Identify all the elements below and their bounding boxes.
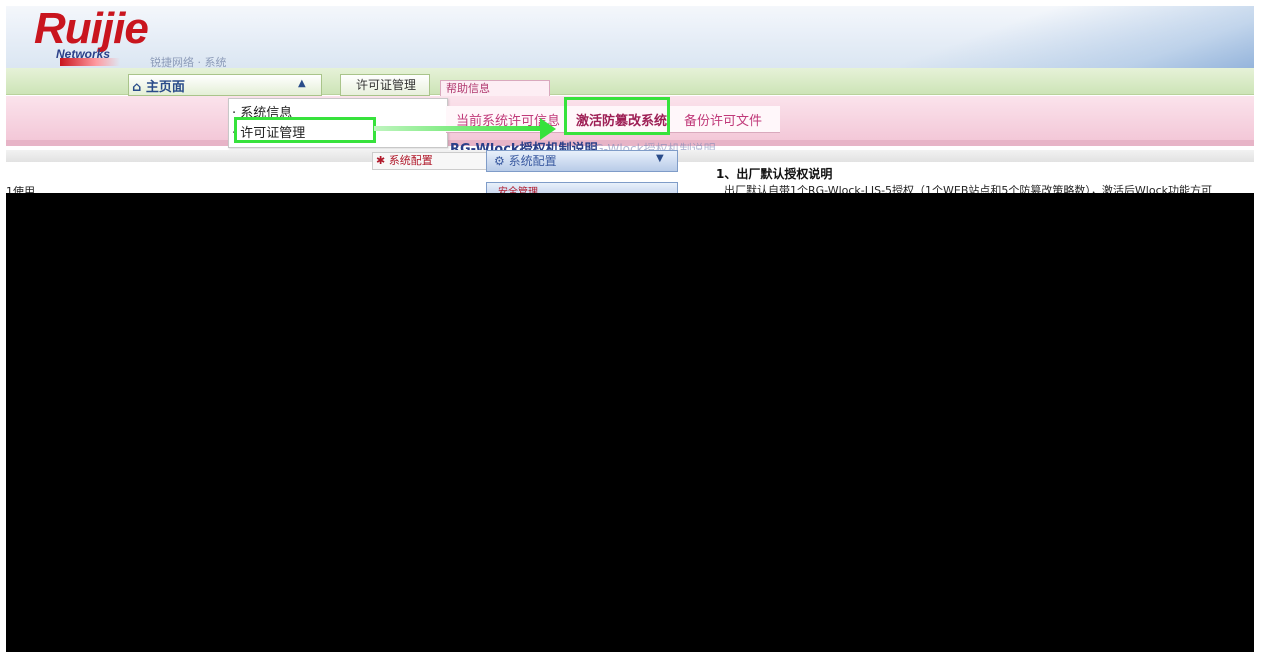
tab-backup-license-file[interactable]: 备份许可文件 (684, 110, 762, 129)
logo-swoosh-icon (60, 58, 120, 66)
highlight-box-tab (564, 97, 670, 135)
star-icon: ✱ (376, 154, 386, 167)
home-icon: ⌂ (132, 80, 142, 95)
chevron-down-icon[interactable]: ▼ (656, 153, 664, 164)
header-decoration (900, 6, 1254, 68)
arrow-right-icon (540, 118, 556, 140)
home-label: ⌂ 主页面 (132, 80, 185, 95)
system-config-label: ✱ 系统配置 (376, 154, 433, 167)
license-nav-label: 许可证管理 (356, 78, 417, 92)
redacted-area (6, 193, 1254, 652)
sidebar-dropdown-1-label: ⚙ 系统配置 (494, 154, 557, 168)
highlight-box-menu (234, 117, 376, 143)
annotation-arrow (374, 126, 542, 131)
chevron-up-icon[interactable]: ▲ (298, 78, 306, 89)
content-heading: 1、出厂默认授权说明 (716, 167, 833, 181)
help-tab-label: 帮助信息 (446, 82, 490, 95)
gear-icon: ⚙ (494, 154, 505, 168)
